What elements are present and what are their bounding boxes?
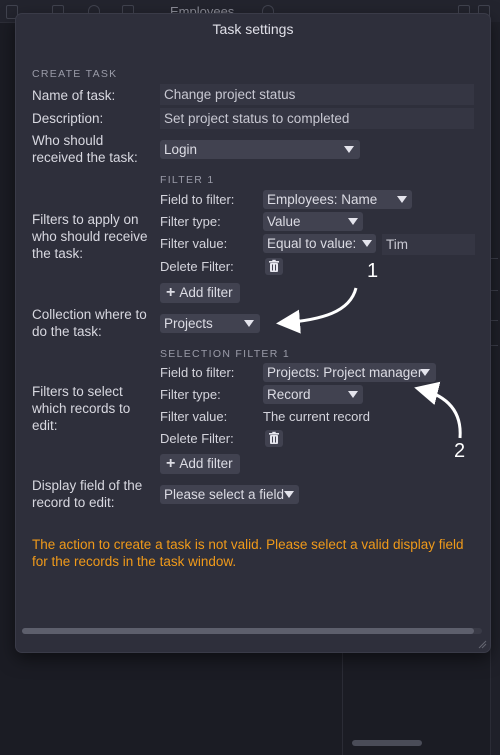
annotation-arrow-2 [414,381,462,439]
annotation-arrows [276,287,462,439]
annotation-arrow-1 [276,287,358,334]
